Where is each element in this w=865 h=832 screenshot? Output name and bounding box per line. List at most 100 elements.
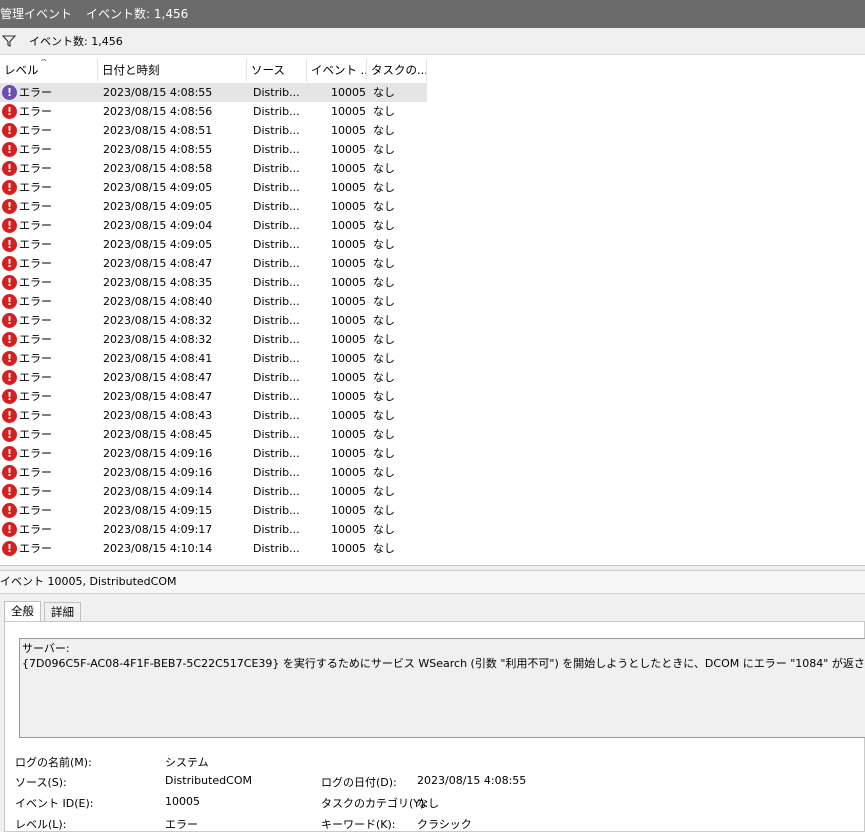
- error-icon: !: [2, 484, 17, 499]
- table-row[interactable]: ! エラー 2023/08/15 4:08:32 Distrib... 10005 なし: [0, 311, 427, 330]
- cell-event-id: 10005: [331, 466, 366, 479]
- cell-date: 2023/08/15 4:08:55: [103, 86, 213, 99]
- column-header-label: 日付と時刻: [102, 63, 160, 77]
- event-message[interactable]: サーバー: {7D096C5F-AC08-4F1F-BEB7-5C22C517C…: [19, 638, 865, 738]
- table-row[interactable]: ! エラー 2023/08/15 4:09:04 Distrib... 10005 なし: [0, 216, 427, 235]
- table-row[interactable]: ! エラー 2023/08/15 4:08:55 Distrib... 10005 なし: [0, 140, 427, 159]
- cell-level: エラー: [19, 523, 52, 536]
- cell-task-category: なし: [373, 295, 395, 308]
- cell-level: エラー: [19, 466, 52, 479]
- table-row[interactable]: ! エラー 2023/08/15 4:08:47 Distrib... 10005 なし: [0, 368, 427, 387]
- tab-details[interactable]: 詳細: [44, 602, 81, 622]
- error-icon: !: [2, 294, 17, 309]
- table-row[interactable]: ! エラー 2023/08/15 4:08:35 Distrib... 10005 なし: [0, 273, 427, 292]
- table-row[interactable]: ! エラー 2023/08/15 4:09:17 Distrib... 10005 なし: [0, 520, 427, 539]
- column-header-event-id[interactable]: イベント ...: [307, 59, 367, 82]
- cell-source: Distrib...: [253, 352, 300, 365]
- column-header-label: イベント ...: [311, 63, 367, 77]
- table-row[interactable]: ! エラー 2023/08/15 4:09:05 Distrib... 10005 なし: [0, 235, 427, 254]
- cell-task-category: なし: [373, 485, 395, 498]
- cell-date: 2023/08/15 4:10:14: [103, 542, 213, 555]
- table-row[interactable]: ! エラー 2023/08/15 4:08:45 Distrib... 10005 なし: [0, 425, 427, 444]
- event-id-label: イベント ID(E):: [15, 797, 94, 810]
- error-icon: !: [2, 522, 17, 537]
- table-row[interactable]: ! エラー 2023/08/15 4:08:56 Distrib... 10005 なし: [0, 102, 427, 121]
- cell-level: エラー: [19, 200, 52, 213]
- cell-event-id: 10005: [331, 295, 366, 308]
- column-header-date[interactable]: 日付と時刻: [98, 59, 247, 82]
- table-row[interactable]: ! エラー 2023/08/15 4:08:51 Distrib... 10005 なし: [0, 121, 427, 140]
- cell-date: 2023/08/15 4:09:15: [103, 504, 213, 517]
- table-row[interactable]: ! エラー 2023/08/15 4:10:14 Distrib... 10005 なし: [0, 539, 427, 558]
- cell-task-category: なし: [373, 181, 395, 194]
- cell-event-id: 10005: [331, 428, 366, 441]
- cell-source: Distrib...: [253, 295, 300, 308]
- column-header-task-category[interactable]: タスクの...: [367, 59, 427, 82]
- table-row[interactable]: ! エラー 2023/08/15 4:09:05 Distrib... 10005 なし: [0, 178, 427, 197]
- error-icon: !: [2, 237, 17, 252]
- error-icon: !: [2, 351, 17, 366]
- column-header-level[interactable]: ^ レベル: [0, 59, 98, 82]
- cell-task-category: なし: [373, 409, 395, 422]
- cell-date: 2023/08/15 4:08:55: [103, 143, 213, 156]
- error-icon: !: [2, 275, 17, 290]
- cell-source: Distrib...: [253, 276, 300, 289]
- cell-level: エラー: [19, 485, 52, 498]
- grid-header: ^ レベル 日付と時刻 ソース イベント ... タスクの...: [0, 59, 427, 82]
- source-label: ソース(S):: [15, 776, 67, 789]
- cell-level: エラー: [19, 257, 52, 270]
- keywords-value: クラシック: [417, 818, 472, 831]
- cell-level: エラー: [19, 352, 52, 365]
- error-icon: !: [2, 161, 17, 176]
- table-row[interactable]: ! エラー 2023/08/15 4:09:15 Distrib... 10005 なし: [0, 501, 427, 520]
- error-icon: !: [2, 446, 17, 461]
- table-row[interactable]: ! エラー 2023/08/15 4:08:41 Distrib... 10005 なし: [0, 349, 427, 368]
- column-header-source[interactable]: ソース: [247, 59, 307, 82]
- cell-event-id: 10005: [331, 447, 366, 460]
- error-icon: !: [2, 370, 17, 385]
- cell-date: 2023/08/15 4:08:43: [103, 409, 213, 422]
- cell-date: 2023/08/15 4:08:32: [103, 333, 213, 346]
- table-row[interactable]: ! エラー 2023/08/15 4:09:14 Distrib... 10005 なし: [0, 482, 427, 501]
- log-name-value: システム: [165, 756, 209, 769]
- cell-event-id: 10005: [331, 200, 366, 213]
- source-value: DistributedCOM: [165, 774, 252, 787]
- cell-event-id: 10005: [331, 485, 366, 498]
- table-row[interactable]: ! エラー 2023/08/15 4:08:43 Distrib... 10005 なし: [0, 406, 427, 425]
- cell-source: Distrib...: [253, 447, 300, 460]
- cell-date: 2023/08/15 4:09:05: [103, 200, 213, 213]
- table-row[interactable]: ! エラー 2023/08/15 4:08:58 Distrib... 10005 なし: [0, 159, 427, 178]
- table-row[interactable]: ! エラー 2023/08/15 4:08:32 Distrib... 10005 なし: [0, 330, 427, 349]
- tab-general[interactable]: 全般: [4, 601, 41, 623]
- event-message-line: {7D096C5F-AC08-4F1F-BEB7-5C22C517CE39} を…: [22, 657, 865, 670]
- event-id-value: 10005: [165, 795, 200, 808]
- event-title: イベント 10005, DistributedCOM: [0, 571, 865, 594]
- cell-event-id: 10005: [331, 105, 366, 118]
- table-row[interactable]: ! エラー 2023/08/15 4:08:47 Distrib... 10005 なし: [0, 387, 427, 406]
- table-row[interactable]: ! エラー 2023/08/15 4:08:40 Distrib... 10005 なし: [0, 292, 427, 311]
- cell-event-id: 10005: [331, 352, 366, 365]
- cell-source: Distrib...: [253, 542, 300, 555]
- table-row[interactable]: ! エラー 2023/08/15 4:09:05 Distrib... 10005 なし: [0, 197, 427, 216]
- table-row[interactable]: ! エラー 2023/08/15 4:08:55 Distrib... 10005 なし: [0, 83, 427, 102]
- event-grid[interactable]: ^ レベル 日付と時刻 ソース イベント ... タスクの... ! エラー 202…: [0, 59, 865, 565]
- table-row[interactable]: ! エラー 2023/08/15 4:09:16 Distrib... 10005 なし: [0, 444, 427, 463]
- cell-task-category: なし: [373, 143, 395, 156]
- cell-date: 2023/08/15 4:08:45: [103, 428, 213, 441]
- error-icon: !: [2, 104, 17, 119]
- level-label: レベル(L):: [15, 818, 67, 831]
- cell-event-id: 10005: [331, 143, 366, 156]
- task-category-label: タスクのカテゴリ(Y):: [321, 797, 429, 810]
- column-header-label: ソース: [251, 63, 285, 77]
- cell-date: 2023/08/15 4:08:35: [103, 276, 213, 289]
- logged-label: ログの日付(D):: [321, 776, 397, 789]
- error-icon: !: [2, 332, 17, 347]
- cell-event-id: 10005: [331, 504, 366, 517]
- table-row[interactable]: ! エラー 2023/08/15 4:09:16 Distrib... 10005 なし: [0, 463, 427, 482]
- cell-level: エラー: [19, 428, 52, 441]
- cell-date: 2023/08/15 4:08:40: [103, 295, 213, 308]
- cell-level: エラー: [19, 143, 52, 156]
- table-row[interactable]: ! エラー 2023/08/15 4:08:47 Distrib... 10005 なし: [0, 254, 427, 273]
- cell-level: エラー: [19, 86, 52, 99]
- funnel-icon[interactable]: [2, 34, 16, 48]
